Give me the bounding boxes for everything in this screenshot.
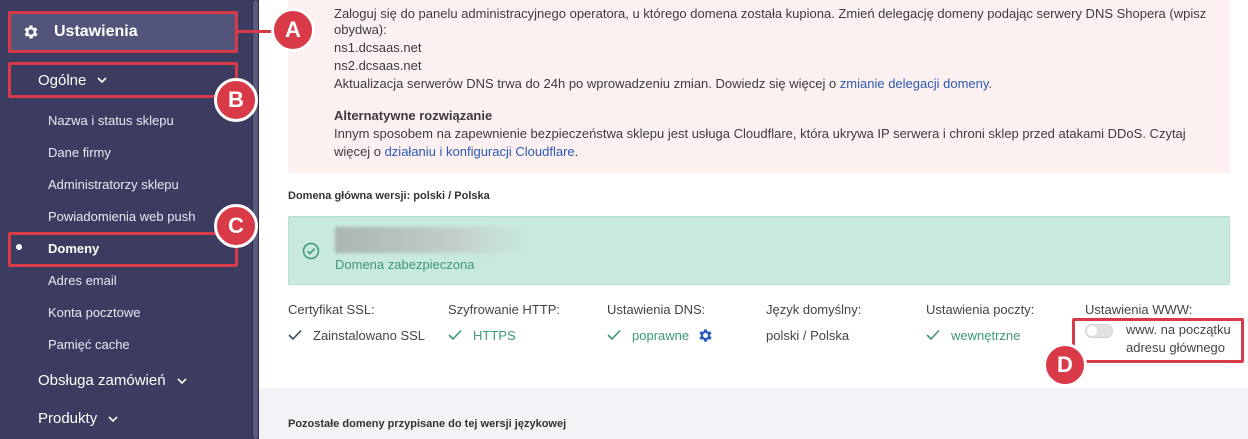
www-header: Ustawienia WWW: [1085, 302, 1193, 317]
dns-value: poprawne [607, 326, 714, 344]
other-domains-section: Pozostałe domeny przypisane do tej wersj… [259, 388, 1248, 439]
update-text-end: . [988, 76, 993, 91]
annotation-connector-a [238, 30, 274, 33]
sidebar-item-products-label: Produkty [38, 410, 98, 427]
http-value: HTTPS [448, 326, 516, 344]
annotation-badge-c: C [214, 204, 258, 248]
alternative-title: Alternatywne rozwiązanie [334, 108, 493, 123]
nameserver-2: ns2.dcsaas.net [334, 58, 422, 73]
alternative-line-1: Innym sposobem na zapewnienie bezpieczeń… [334, 126, 1186, 141]
dns-delegation-alert: Zaloguj się do panelu administracyjnego … [288, 0, 1230, 173]
chevron-down-icon [108, 415, 118, 422]
ssl-value: Zainstalowano SSL [288, 326, 425, 344]
dns-header: Ustawienia DNS: [607, 302, 706, 317]
domain-delegation-link[interactable]: zmianie delegacji domeny [840, 76, 989, 91]
check-icon [926, 329, 940, 341]
alt-line2-pre: więcej o [334, 144, 385, 159]
update-text: Aktualizacja serwerów DNS trwa do 24h po… [334, 76, 840, 91]
language-value-text: polski / Polska [766, 327, 850, 343]
blurred-domain-name [335, 227, 525, 253]
sidebar-item-web-push[interactable]: Powiadomienia web push [48, 209, 195, 224]
language-value: polski / Polska [766, 326, 849, 344]
dns-value-text: poprawne [632, 327, 690, 343]
domain-status-box: Domena zabezpieczona [288, 216, 1230, 285]
check-icon [448, 329, 462, 341]
sidebar-item-email-address[interactable]: Adres email [48, 273, 117, 288]
sidebar-item-products[interactable]: Produkty [38, 410, 119, 427]
sidebar-item-administrators[interactable]: Administratorzy sklepu [48, 177, 179, 192]
annotation-frame-c [8, 232, 238, 267]
mail-value-text: wewnętrzne [951, 327, 1021, 343]
dns-settings-gear-icon[interactable] [697, 327, 714, 344]
alert-line-2: obydwa): [334, 22, 387, 37]
annotation-frame-b [8, 62, 238, 98]
sidebar-item-orders-label: Obsługa zamówień [38, 372, 166, 389]
alt-line2-end: . [574, 144, 579, 159]
main-domain-label: Domena główna wersji: polski / Polska [288, 190, 490, 202]
domain-secured-text: Domena zabezpieczona [335, 257, 475, 272]
alternative-line-2: więcej o działaniu i konfiguracji Cloudf… [334, 142, 578, 162]
sidebar-item-company-data[interactable]: Dane firmy [48, 145, 111, 160]
alert-update-text: Aktualizacja serwerów DNS trwa do 24h po… [334, 74, 992, 94]
check-circle-icon [302, 242, 320, 260]
chevron-down-icon [177, 377, 187, 384]
check-icon [607, 329, 621, 341]
annotation-badge-d: D [1043, 343, 1087, 387]
sidebar-item-mail-accounts[interactable]: Konta pocztowe [48, 305, 141, 320]
mail-header: Ustawienia poczty: [926, 302, 1035, 317]
http-value-text: HTTPS [473, 327, 516, 343]
sidebar-item-cache[interactable]: Pamięć cache [48, 337, 130, 352]
ssl-value-text: Zainstalowano SSL [313, 327, 426, 343]
http-header: Szyfrowanie HTTP: [448, 302, 560, 317]
other-domains-label: Pozostałe domeny przypisane do tej wersj… [288, 418, 567, 430]
annotation-badge-b: B [214, 78, 258, 122]
nameserver-1: ns1.dcsaas.net [334, 40, 422, 55]
alert-line-1: Zaloguj się do panelu administracyjnego … [334, 6, 1207, 21]
sidebar-item-shop-name[interactable]: Nazwa i status sklepu [48, 113, 174, 128]
annotation-frame-d [1072, 318, 1244, 363]
cloudflare-link[interactable]: działaniu i konfiguracji Cloudflare [385, 144, 575, 159]
sidebar-item-orders[interactable]: Obsługa zamówień [38, 372, 188, 389]
language-header: Język domyślny: [766, 302, 862, 317]
ssl-header: Certyfikat SSL: [288, 302, 375, 317]
mail-value: wewnętrzne [926, 326, 1020, 344]
annotation-badge-a: A [271, 8, 315, 52]
check-icon [288, 329, 302, 341]
annotation-frame-a [8, 11, 238, 53]
